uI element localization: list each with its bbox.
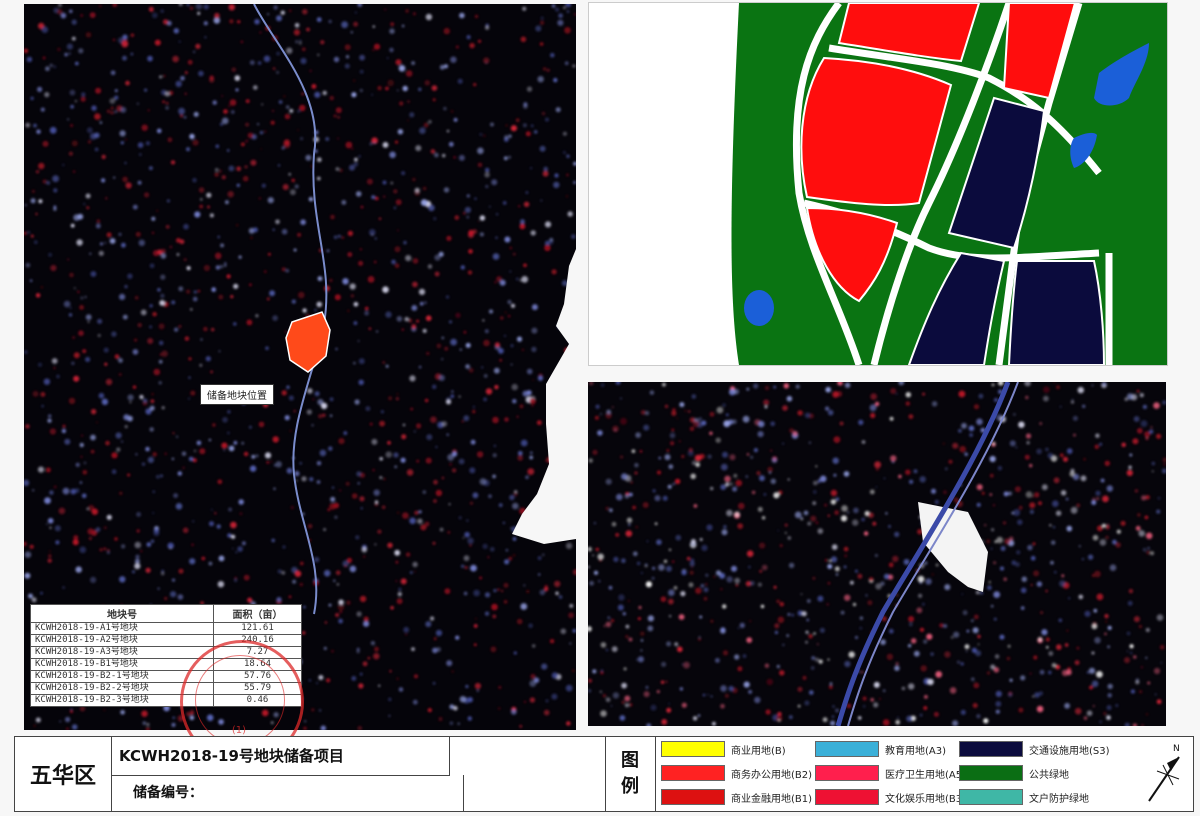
header-area: 面积（亩） [213,604,302,623]
legend-title: 图 例 [605,737,656,811]
legend-swatch [959,741,1023,757]
parcel-area: 55.79 [213,682,302,695]
legend-swatch [815,765,879,781]
table-row: KCWH2018-19-B1号地块 18.64 [30,658,302,671]
parcel-id: KCWH2018-19-A1号地块 [30,622,214,635]
north-arrow-icon: N [1148,744,1180,802]
legend-item: 商业金融用地(B1) [661,789,812,805]
legend-item: 交通设施用地(S3) [959,741,1110,757]
detail-satellite-map[interactable] [588,382,1166,726]
parcel-area: 7.27 [213,646,302,659]
parcel-area: 240.16 [213,634,302,647]
legend-item: 文户防护绿地 [959,789,1089,805]
legend-title-char: 例 [621,776,639,797]
legend-label: 交通设施用地(S3) [1029,745,1110,757]
legend-label: 教育用地(A3) [885,745,947,757]
parcel-id: KCWH2018-19-A2号地块 [30,634,214,647]
parcel-area: 57.76 [213,670,302,683]
legend-title-char: 图 [621,750,639,771]
header-parcel-id: 地块号 [30,604,214,623]
blank-cell [443,737,606,811]
unmapped-area [512,249,576,544]
table-row: KCWH2018-19-B2-1号地块 57.76 [30,670,302,683]
legend-item: 商务办公用地(B2) [661,765,812,781]
legend-label: 商务办公用地(B2) [731,769,813,781]
legend-item: 医疗卫生用地(A5) [815,765,966,781]
legend-swatch [815,789,879,805]
legend-label: 文户防护绿地 [1029,793,1089,805]
table-row: KCWH2018-19-B2-3号地块 0.46 [30,694,302,707]
parcel-id: KCWH2018-19-B2-2号地块 [30,682,214,695]
parcel-area: 121.61 [213,622,302,635]
reserve-number-label: 储备编号： [111,775,464,811]
land-use-plan-map[interactable] [588,2,1168,366]
parcel-id: KCWH2018-19-A3号地块 [30,646,214,659]
district-name: 五华区 [15,737,112,811]
reserve-parcel-marker [285,311,331,373]
plan-map-canvas [589,3,1167,365]
legend-swatch [661,765,725,781]
table-row: KCWH2018-19-A1号地块 121.61 [30,622,302,635]
parcel-id: KCWH2018-19-B2-1号地块 [30,670,214,683]
legend-swatch [661,789,725,805]
north-label: N [1173,744,1180,754]
parcel-area-table: 地块号 面积（亩） KCWH2018-19-A1号地块 121.61 KCWH20… [30,604,302,707]
table-row: KCWH2018-19-B2-2号地块 55.79 [30,682,302,695]
legend-label: 公共绿地 [1029,769,1069,781]
project-title: KCWH2018-19号地块储备项目 [111,737,450,776]
legend-label: 商业用地(B) [731,745,786,757]
parcel-area: 18.64 [213,658,302,671]
water-body-c [744,290,774,326]
legend-label: 医疗卫生用地(A5) [885,769,967,781]
legend-label: 商业金融用地(B1) [731,793,813,805]
legend-swatch [959,765,1023,781]
legend-item: 公共绿地 [959,765,1069,781]
north-arrow: N [1143,741,1189,807]
legend-swatch [815,741,879,757]
legend-swatch [661,741,725,757]
legend-item: 教育用地(A3) [815,741,946,757]
location-label: 储备地块位置 [200,384,274,405]
title-block: 五华区 KCWH2018-19号地块储备项目 储备编号： 图 例 商业用地(B)… [14,736,1194,812]
legend-item: 文化娱乐用地(B3) [815,789,966,805]
table-row: KCWH2018-19-A3号地块 7.27 [30,646,302,659]
legend-swatch [959,789,1023,805]
detail-map-canvas [588,382,1166,726]
legend-label: 文化娱乐用地(B3) [885,793,967,805]
satellite-texture [588,382,1166,726]
parcel-id: KCWH2018-19-B2-3号地块 [30,694,214,707]
legend-item: 商业用地(B) [661,741,786,757]
parcel-id: KCWH2018-19-B1号地块 [30,658,214,671]
parcel-transport-c [1007,260,1106,365]
table-row: KCWH2018-19-A2号地块 240.16 [30,634,302,647]
parcel-area: 0.46 [213,694,302,707]
